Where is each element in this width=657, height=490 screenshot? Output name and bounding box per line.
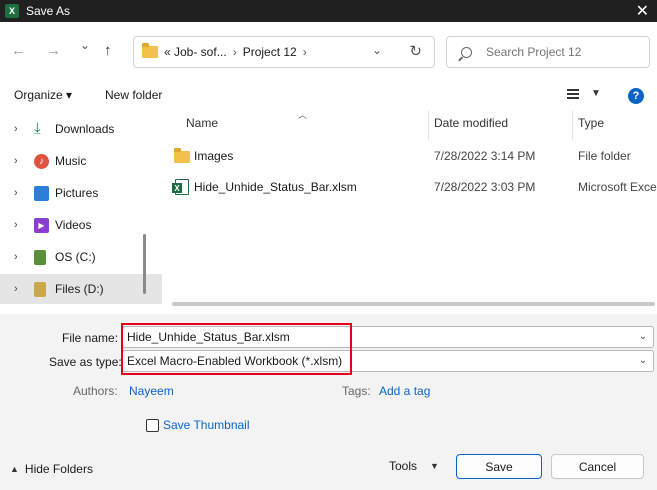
address-bar[interactable]: « Job- sof... › Project 12 › ⌄ ↻ [133,36,435,68]
tags-label: Tags: [342,384,371,398]
view-dropdown-icon[interactable]: ▼ [591,88,601,99]
chevron-right-icon[interactable]: › [14,251,18,263]
back-arrow-icon[interactable]: ← [11,42,26,59]
sidebar-item-label: Videos [55,218,92,232]
drive-icon [34,249,46,265]
sidebar-item-label: Music [55,154,87,168]
command-toolbar: Organize ▾ New folder ▼ ? [0,82,657,110]
tools-dropdown-icon[interactable]: ▼ [430,461,439,471]
chevron-right-icon[interactable]: › [14,283,18,295]
highlight-box [121,323,352,375]
file-type: Microsoft Exce [578,180,657,194]
chevron-up-icon: ▲ [10,464,19,474]
file-type: File folder [578,149,631,163]
refresh-icon[interactable]: ↻ [409,42,422,60]
new-folder-button[interactable]: New folder [105,88,162,102]
tools-button[interactable]: Tools [389,459,417,473]
chevron-right-icon[interactable]: › [14,187,18,199]
forward-arrow-icon[interactable]: → [46,42,61,59]
table-row[interactable]: Images 7/28/2022 3:14 PM File folder [162,142,657,170]
videos-icon: ▶ [34,217,49,233]
file-name-label: File name: [62,331,119,345]
sidebar-item-music[interactable]: › ♪ Music [0,146,162,176]
breadcrumb-separator[interactable]: › [303,45,307,59]
sidebar-item-os-c[interactable]: › OS (C:) [0,242,162,272]
excel-icon: X [5,4,19,18]
chevron-down-icon[interactable]: ⌄ [639,355,647,366]
navigation-scrollbar[interactable] [143,234,146,294]
download-icon: ⤓ [34,120,41,137]
chevron-right-icon[interactable]: › [14,219,18,231]
up-arrow-icon[interactable]: ↑ [104,42,112,59]
chevron-down-icon[interactable]: ⌄ [639,331,647,342]
breadcrumb-separator[interactable]: › [233,45,237,59]
column-header-date[interactable]: Date modified [434,116,508,130]
authors-label: Authors: [73,384,118,398]
file-date: 7/28/2022 3:14 PM [434,149,536,163]
column-divider[interactable] [428,110,429,140]
music-icon: ♪ [34,153,49,169]
file-name: Hide_Unhide_Status_Bar.xlsm [194,180,357,194]
search-icon [461,46,472,58]
chevron-right-icon[interactable]: › [14,155,18,167]
column-header-type[interactable]: Type [578,116,604,130]
column-header-name[interactable]: Name [186,116,218,130]
search-input[interactable] [486,45,636,59]
file-list: ︿ Name Date modified Type Images 7/28/20… [162,110,657,314]
chevron-right-icon[interactable]: › [14,123,18,135]
sidebar-item-label: OS (C:) [55,250,96,264]
hide-folders-label: Hide Folders [24,462,93,476]
excel-file-icon [172,179,189,195]
recent-locations-icon[interactable]: ⌄ [80,38,90,52]
hide-folders-button[interactable]: ▲ Hide Folders [10,462,93,476]
sidebar-item-label: Files (D:) [55,282,104,296]
save-thumbnail-label[interactable]: Save Thumbnail [163,418,250,432]
title-bar: X Save As ✕ [0,0,657,22]
authors-value[interactable]: Nayeem [129,384,174,398]
window-title: Save As [26,4,71,18]
breadcrumb-item[interactable]: « Job- sof... [164,45,227,59]
close-icon[interactable]: ✕ [636,1,649,21]
file-name: Images [194,149,234,163]
sidebar-item-videos[interactable]: › ▶ Videos [0,210,162,240]
column-divider[interactable] [572,110,573,140]
file-date: 7/28/2022 3:03 PM [434,180,536,194]
drive-icon [34,281,46,297]
organize-button[interactable]: Organize ▾ [14,88,72,102]
horizontal-scrollbar[interactable] [172,302,655,306]
pictures-icon [34,185,49,201]
sidebar-item-downloads[interactable]: › ⤓ Downloads [0,114,162,144]
view-list-icon[interactable] [567,89,579,99]
folder-icon [174,148,190,163]
save-type-label: Save as type: [49,355,122,369]
save-thumbnail-checkbox[interactable] [146,418,159,432]
navigation-pane: › ⤓ Downloads › ♪ Music › Pictures › ▶ V… [0,110,162,314]
save-thumbnail-option[interactable]: Save Thumbnail [146,418,250,432]
breadcrumb-item[interactable]: Project 12 [243,45,297,59]
cancel-button[interactable]: Cancel [551,454,644,479]
folder-icon [142,43,158,58]
search-box[interactable] [446,36,650,68]
sort-ascending-icon: ︿ [298,110,308,120]
save-options-panel: File name: Hide_Unhide_Status_Bar.xlsm ⌄… [0,314,657,490]
add-tag-link[interactable]: Add a tag [379,384,430,398]
sidebar-item-label: Pictures [55,186,99,200]
save-button[interactable]: Save [456,454,542,479]
chevron-down-icon[interactable]: ⌄ [372,43,382,57]
sidebar-item-pictures[interactable]: › Pictures [0,178,162,208]
sidebar-item-files-d[interactable]: › Files (D:) [0,274,162,304]
sidebar-item-label: Downloads [55,122,115,136]
help-icon[interactable]: ? [628,88,644,104]
table-row[interactable]: Hide_Unhide_Status_Bar.xlsm 7/28/2022 3:… [162,173,657,201]
